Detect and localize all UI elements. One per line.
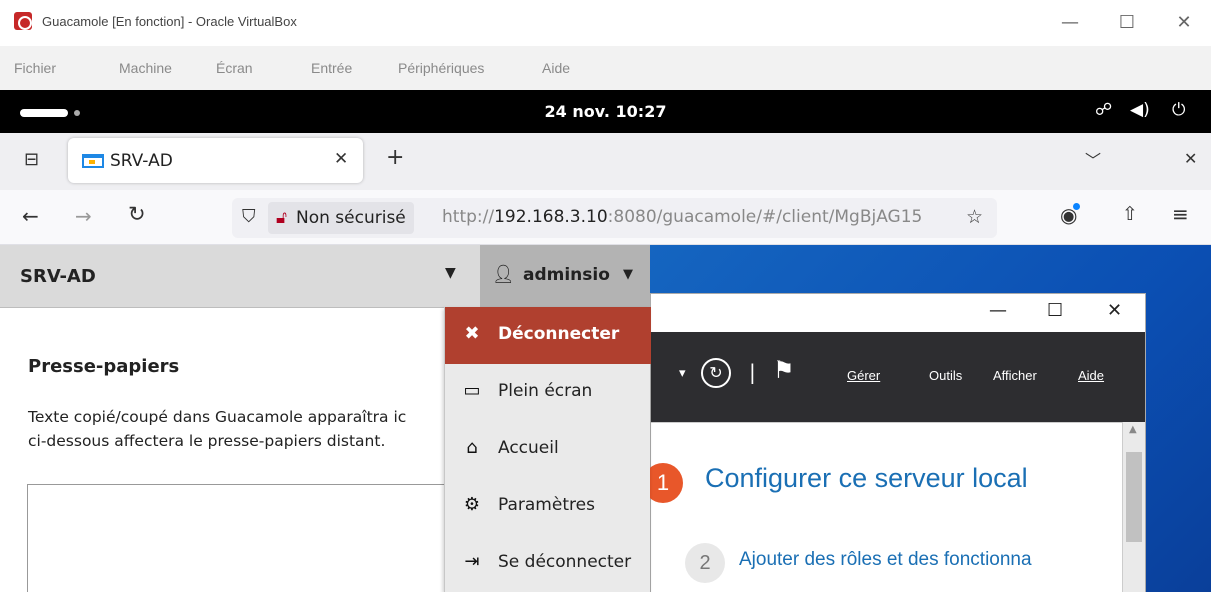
home-icon: ⌂ [466, 437, 478, 458]
menu-item-plein-ecran[interactable]: ▭ Plein écran [445, 364, 651, 421]
gnome-top-bar: 24 nov. 10:27 ☍ ◀) ⏻ [0, 90, 1211, 133]
maximize-button[interactable]: ☐ [1105, 8, 1149, 38]
tab-title: SRV-AD [110, 151, 173, 171]
menu-gerer[interactable]: Gérer [847, 368, 880, 383]
user-dropdown-menu: ✖ Déconnecter ▭ Plein écran ⌂ Accueil ⚙ … [444, 307, 651, 592]
scrollbar-thumb[interactable] [1126, 452, 1142, 542]
url-host: 192.168.3.10 [494, 207, 608, 227]
menu-fichier[interactable]: Fichier [14, 60, 56, 76]
menu-outils[interactable]: Outils [929, 368, 962, 383]
menu-afficher[interactable]: Afficher [993, 368, 1037, 383]
url-text[interactable]: http://192.168.3.10:8080/guacamole/#/cli… [442, 207, 942, 227]
menu-item-label: Accueil [498, 438, 559, 458]
remote-minimize-button[interactable]: — [989, 300, 1007, 321]
step2-badge: 2 [685, 543, 725, 583]
url-bar[interactable]: ⛉ 🔓︎ Non sécurisé http://192.168.3.10:80… [232, 198, 997, 238]
guacamole-header: SRV-AD ▼ 👤︎ adminsio ▼ [0, 245, 650, 308]
server-manager-toolbar: ▾ ↻ | ⚑ Gérer Outils Afficher Aide [651, 332, 1145, 422]
network-icon[interactable]: ☍ [1095, 100, 1112, 120]
remote-desktop[interactable]: — ☐ ✕ ▾ ↻ | ⚑ Gérer Outils Afficher Aide… [643, 245, 1211, 592]
remote-close-button[interactable]: ✕ [1107, 300, 1122, 321]
user-icon: 👤︎ [492, 264, 515, 285]
menu-item-label: Se déconnecter [498, 552, 632, 572]
monitor-icon: ▭ [463, 380, 481, 401]
browser-nav-bar: ← → ↻ ⛉ 🔓︎ Non sécurisé http://192.168.3… [0, 190, 1211, 245]
flag-icon[interactable]: ⚑ [773, 356, 795, 384]
bookmark-star-icon[interactable]: ☆ [966, 206, 983, 228]
browser-tab-strip: ⊟ SRV-AD ✕ + ﹀ ✕ [0, 133, 1211, 190]
scrollbar[interactable]: ▲ [1123, 422, 1145, 592]
hamburger-menu-icon[interactable]: ≡ [1172, 202, 1189, 226]
favicon-icon [82, 154, 104, 168]
guacamole-menu-panel: SRV-AD ▼ 👤︎ adminsio ▼ Presse-papiers Te… [0, 245, 650, 592]
tab-srv-ad[interactable]: SRV-AD ✕ [68, 138, 363, 183]
remote-maximize-button[interactable]: ☐ [1047, 300, 1063, 321]
welcome-panel: 1 Configurer ce serveur local 2 Ajouter … [643, 422, 1123, 592]
menu-item-label: Plein écran [498, 381, 593, 401]
server-manager-window: — ☐ ✕ ▾ ↻ | ⚑ Gérer Outils Afficher Aide… [643, 293, 1146, 592]
menu-aide[interactable]: Aide [542, 60, 570, 76]
menu-item-parametres[interactable]: ⚙ Paramètres [445, 478, 651, 535]
menu-ecran[interactable]: Écran [216, 60, 253, 76]
reload-icon[interactable]: ↻ [128, 202, 146, 226]
security-label: Non sécurisé [296, 208, 406, 228]
new-tab-button[interactable]: + [386, 145, 404, 170]
refresh-icon[interactable]: ↻ [701, 358, 731, 388]
menu-item-deconnecter[interactable]: ✖ Déconnecter [445, 307, 651, 364]
volume-icon[interactable]: ◀) [1130, 100, 1150, 120]
tab-overview-icon[interactable]: ⊟ [24, 149, 39, 170]
power-icon[interactable]: ⏻ [1172, 100, 1185, 120]
scroll-up-icon[interactable]: ▲ [1129, 424, 1137, 435]
close-window-button[interactable]: ✕ [1162, 8, 1206, 38]
menu-item-accueil[interactable]: ⌂ Accueil [445, 421, 651, 478]
vbox-menu-bar: Fichier Machine Écran Entrée Périphériqu… [0, 46, 1211, 90]
close-browser-icon[interactable]: ✕ [1184, 149, 1197, 168]
separator: | [749, 360, 756, 384]
shield-icon[interactable]: ⛉ [242, 206, 256, 227]
clipboard-textarea[interactable] [27, 484, 457, 592]
user-caret-icon: ▼ [623, 267, 633, 282]
menu-item-se-deconnecter[interactable]: ⇥ Se déconnecter [445, 535, 651, 592]
clock[interactable]: 24 nov. 10:27 [0, 102, 1211, 121]
url-path: :8080/guacamole/#/client/MgBjAG15 [607, 207, 923, 227]
close-tab-icon[interactable]: ✕ [334, 149, 348, 169]
menu-machine[interactable]: Machine [119, 60, 172, 76]
connection-caret-icon[interactable]: ▼ [445, 265, 456, 281]
gear-icon: ⚙ [463, 494, 481, 515]
window-title: Guacamole [En fonction] - Oracle Virtual… [42, 14, 297, 29]
vbox-title-bar: Guacamole [En fonction] - Oracle Virtual… [0, 0, 1211, 46]
username: adminsio [523, 265, 610, 285]
forward-arrow-icon[interactable]: → [75, 204, 92, 228]
clipboard-title: Presse-papiers [28, 356, 180, 377]
back-arrow-icon[interactable]: ← [22, 204, 39, 228]
menu-entree[interactable]: Entrée [311, 60, 352, 76]
tab-list-chevron-icon[interactable]: ﹀ [1085, 147, 1101, 171]
connection-name[interactable]: SRV-AD [20, 266, 96, 287]
menu-item-label: Paramètres [498, 495, 595, 515]
close-icon: ✖ [464, 323, 480, 344]
server-manager-content: 1 Configurer ce serveur local 2 Ajouter … [643, 422, 1145, 592]
menu-remote-aide[interactable]: Aide [1078, 368, 1104, 383]
notification-dot [1073, 203, 1080, 210]
step1-link[interactable]: Configurer ce serveur local [705, 463, 1028, 494]
step2-link[interactable]: Ajouter des rôles et des fonctionna [739, 549, 1109, 571]
remote-window-titlebar: — ☐ ✕ [651, 294, 1145, 332]
insecure-lock-icon: 🔓︎ [276, 208, 288, 228]
minimize-button[interactable]: — [1048, 8, 1092, 38]
logout-icon: ⇥ [464, 551, 480, 572]
dropdown-caret-icon[interactable]: ▾ [679, 366, 686, 381]
menu-peripheriques[interactable]: Périphériques [398, 60, 484, 76]
user-menu-button[interactable]: 👤︎ adminsio ▼ [480, 245, 650, 307]
security-indicator[interactable]: 🔓︎ Non sécurisé [268, 202, 414, 234]
virtualbox-logo-icon [14, 12, 32, 30]
extensions-icon[interactable]: ⇧ [1122, 203, 1138, 225]
url-prefix: http:// [442, 207, 495, 227]
menu-item-label: Déconnecter [498, 324, 620, 344]
